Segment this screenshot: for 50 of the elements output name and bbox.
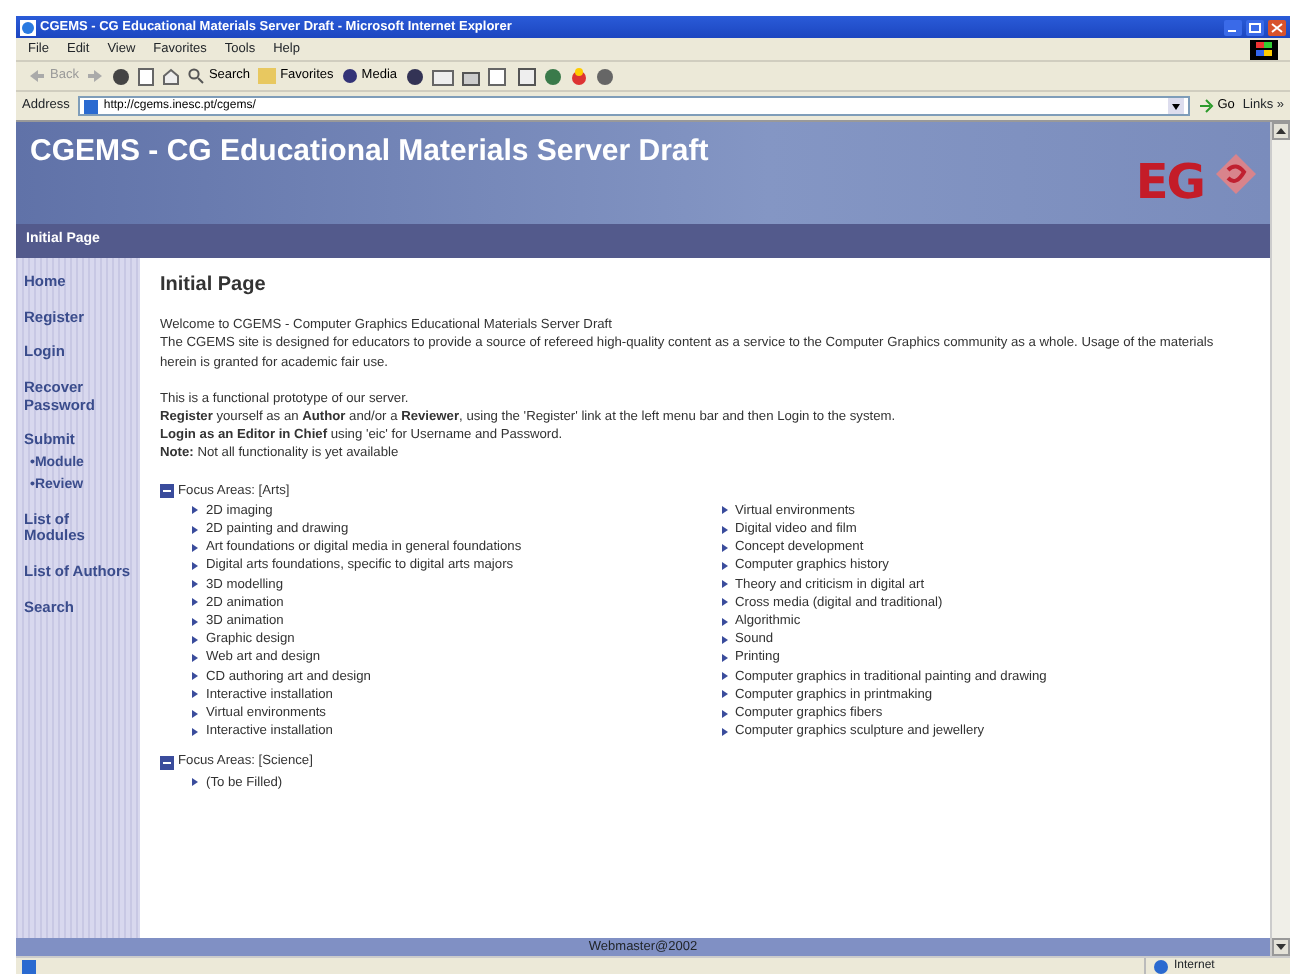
bullet-icon (721, 690, 727, 699)
page-icon (22, 959, 36, 973)
bullet-icon (721, 709, 727, 718)
bullet-icon (192, 778, 198, 787)
collapse-icon[interactable] (160, 483, 174, 498)
go-arrow-icon (1197, 98, 1214, 114)
bullet-icon (192, 635, 198, 644)
bullet-icon (192, 709, 198, 718)
bullet-icon (721, 727, 727, 736)
home-icon[interactable] (162, 67, 181, 85)
close-button[interactable] (1268, 19, 1286, 35)
bullet-icon (721, 562, 727, 571)
page-icon (83, 99, 98, 113)
close-icon (1268, 19, 1286, 35)
site-logo: EG (1135, 158, 1204, 206)
bullet-icon (192, 598, 198, 607)
search-icon (188, 68, 205, 84)
bullet-icon (192, 727, 198, 736)
bullet-icon (192, 543, 198, 552)
maximize-button[interactable] (1246, 19, 1264, 35)
bullet-icon (721, 598, 727, 607)
bullet-icon (192, 617, 198, 626)
bullet-icon (192, 672, 198, 681)
scrollbar[interactable] (1270, 122, 1290, 956)
bullet-icon (721, 635, 727, 644)
bullet-icon (192, 690, 198, 699)
minimize-button[interactable] (1224, 19, 1242, 35)
bullet-icon (721, 654, 727, 663)
site-title: CGEMS - CG Educational Materials Server Draft (30, 134, 709, 170)
bullet-icon (721, 617, 727, 626)
bullet-icon (192, 580, 198, 589)
bullet-icon (721, 580, 727, 589)
maximize-icon (1246, 19, 1264, 35)
bullet-icon (721, 672, 727, 681)
bullet-icon (721, 525, 727, 534)
bullet-icon (192, 654, 198, 663)
windows-logo-icon (1250, 39, 1278, 59)
bullet-icon (192, 562, 198, 571)
scroll-up-icon[interactable] (1272, 122, 1290, 140)
page-heading: Initial Page (160, 276, 268, 295)
dropdown-arrow-icon[interactable] (1167, 98, 1184, 114)
browser-icon (20, 19, 36, 35)
bullet-icon (721, 506, 727, 515)
bullet-icon (721, 543, 727, 552)
back-arrow-icon (28, 68, 46, 84)
bullet-icon (192, 506, 198, 515)
bullet-icon (192, 525, 198, 534)
diamond-logo-icon (1216, 154, 1256, 194)
scroll-down-icon[interactable] (1272, 938, 1290, 956)
collapse-icon[interactable] (160, 755, 174, 770)
